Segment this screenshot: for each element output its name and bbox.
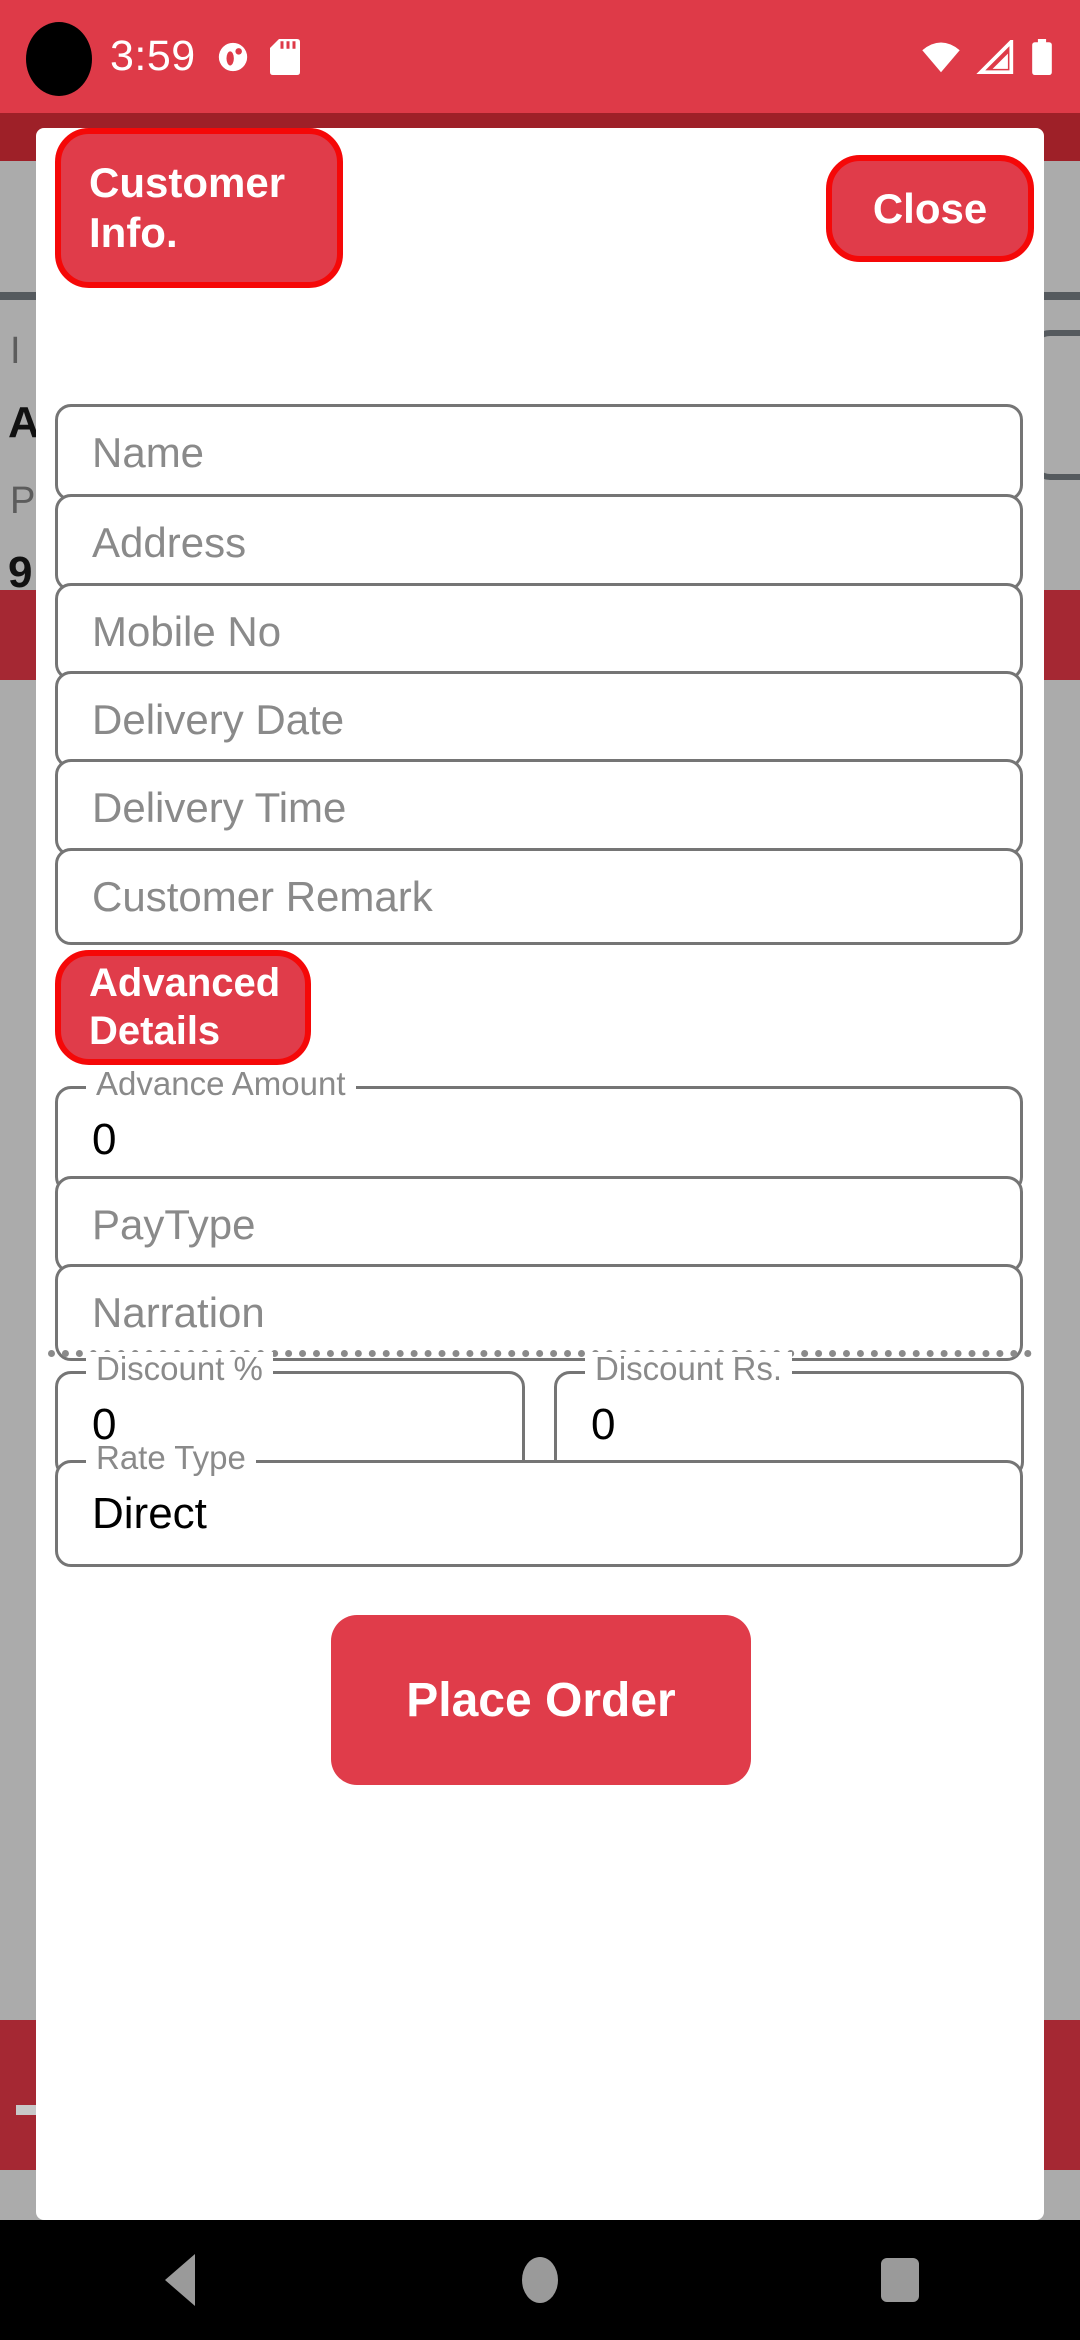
android-navigation-bar xyxy=(0,2220,1080,2340)
mobile-no-field[interactable]: Mobile No xyxy=(55,583,1023,680)
customer-info-dialog: Customer Info. Close Name Address Mobile… xyxy=(36,128,1044,2220)
recents-icon xyxy=(881,2258,919,2302)
delivery-date-placeholder: Delivery Date xyxy=(92,695,345,743)
customer-info-title-button[interactable]: Customer Info. xyxy=(55,128,343,288)
camera-punch-hole xyxy=(26,22,92,96)
back-icon xyxy=(165,2254,195,2306)
status-bar: 3:59 xyxy=(0,0,1080,113)
rate-type-value: Direct xyxy=(92,1488,207,1538)
discount-rupees-value: 0 xyxy=(591,1399,616,1449)
address-field[interactable]: Address xyxy=(55,494,1023,591)
sd-card-icon xyxy=(269,38,300,75)
background-text-2: A xyxy=(8,398,40,447)
discount-percent-label: Discount % xyxy=(86,1352,273,1385)
status-time: 3:59 xyxy=(110,32,196,80)
narration-field[interactable]: Narration xyxy=(55,1264,1023,1361)
advance-amount-label: Advance Amount xyxy=(86,1067,356,1100)
home-icon xyxy=(522,2257,558,2303)
delivery-date-field[interactable]: Delivery Date xyxy=(55,671,1023,768)
dialog-header: Customer Info. Close xyxy=(36,128,1044,318)
name-field[interactable]: Name xyxy=(55,404,1023,501)
mobile-no-placeholder: Mobile No xyxy=(92,607,282,655)
customer-remark-placeholder: Customer Remark xyxy=(92,872,433,920)
delivery-time-field[interactable]: Delivery Time xyxy=(55,759,1023,856)
place-order-button[interactable]: Place Order xyxy=(331,1615,751,1785)
advance-amount-value: 0 xyxy=(92,1114,117,1164)
status-bar-right xyxy=(920,38,1054,75)
advanced-details-button[interactable]: Advanced Details xyxy=(55,950,311,1065)
customer-remark-field[interactable]: Customer Remark xyxy=(55,848,1023,945)
delivery-time-placeholder: Delivery Time xyxy=(92,783,347,831)
rate-type-label: Rate Type xyxy=(86,1441,256,1474)
nav-home-button[interactable] xyxy=(460,2220,620,2340)
phone-screen: I A P 9 3:59 Customer Info. Close Name A… xyxy=(0,0,1080,2340)
name-placeholder: Name xyxy=(92,428,205,476)
pay-type-field[interactable]: PayType xyxy=(55,1176,1023,1273)
discount-rupees-label: Discount Rs. xyxy=(585,1352,793,1385)
close-button[interactable]: Close xyxy=(826,155,1034,262)
nav-recents-button[interactable] xyxy=(820,2220,980,2340)
status-bar-left: 3:59 xyxy=(110,35,300,78)
nav-back-button[interactable] xyxy=(100,2220,260,2340)
background-text-3: P xyxy=(10,480,36,522)
background-text-1: I xyxy=(10,330,21,372)
pay-type-placeholder: PayType xyxy=(92,1200,256,1248)
rate-type-field[interactable]: Rate Type Direct xyxy=(55,1441,1023,1567)
address-placeholder: Address xyxy=(92,518,247,566)
narration-placeholder: Narration xyxy=(92,1288,265,1336)
wifi-icon xyxy=(920,40,962,74)
cellular-signal-icon xyxy=(976,39,1016,74)
app-notification-icon xyxy=(216,40,250,74)
battery-icon xyxy=(1030,38,1054,75)
